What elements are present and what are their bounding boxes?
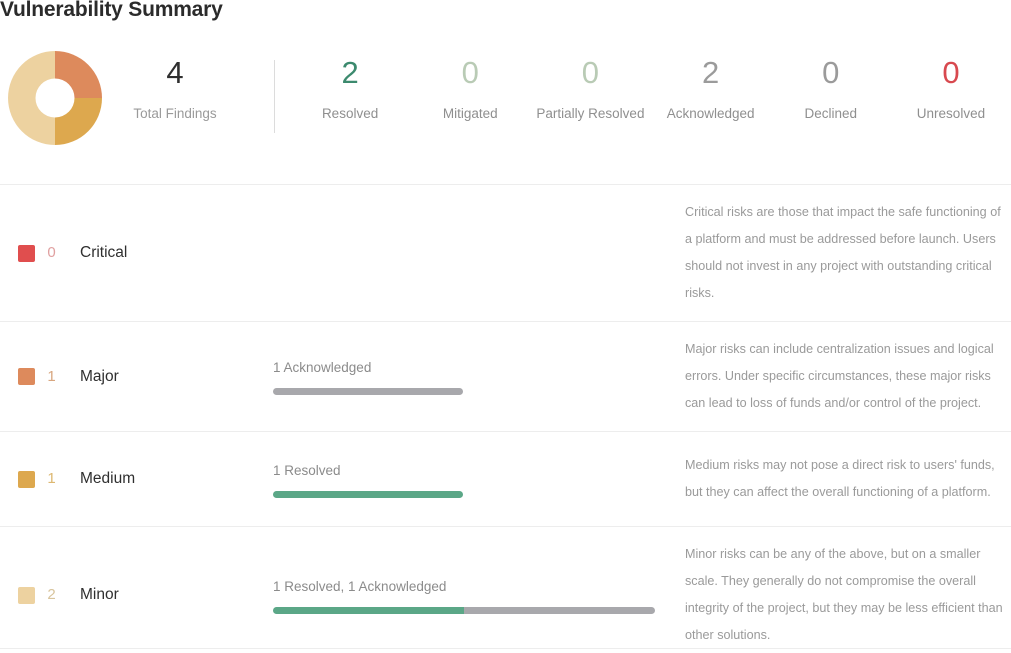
stat-label-partially-resolved: Partially Resolved xyxy=(536,106,645,121)
severity-description-major: Major risks can include centralization i… xyxy=(685,342,994,410)
severity-status-text-major: 1 Acknowledged xyxy=(273,360,372,375)
stat-cell-resolved: 2 Resolved xyxy=(290,52,410,124)
vertical-divider xyxy=(274,60,275,133)
severity-name-major: Major xyxy=(80,367,119,385)
severity-description-medium: Medium risks may not pose a direct risk … xyxy=(685,458,995,499)
total-findings-label: Total Findings xyxy=(133,106,217,121)
total-findings-value: 4 xyxy=(166,55,184,90)
stat-cell-mitigated: 0 Mitigated xyxy=(410,52,530,124)
stat-label-declined: Declined xyxy=(804,106,858,121)
stat-cell-declined: 0 Declined xyxy=(771,52,891,124)
severity-swatch-icon-minor xyxy=(18,586,35,604)
stat-value-resolved: 2 xyxy=(341,55,359,90)
severity-count-major: 1 xyxy=(47,367,56,385)
severity-left-minor: 2 Minor xyxy=(0,527,273,653)
severity-row-major[interactable]: 1 Major 1 Acknowledged Major risks can incl… xyxy=(0,321,1011,431)
progress-segment-resolved xyxy=(273,490,463,498)
severity-row-minor[interactable]: 2 Minor 1 Resolved, 1 Acknowledged Minor ri… xyxy=(0,526,1011,653)
severity-progress-critical xyxy=(273,185,678,321)
stat-cell-partially-resolved: 0 Partially Resolved xyxy=(530,52,650,124)
severity-progress-bar-minor xyxy=(273,606,655,614)
severity-row-critical[interactable]: 0 Critical Critical risks are those that i… xyxy=(0,184,1011,321)
vulnerability-summary-page: Vulnerability Summary 4 Total Findings 2… xyxy=(0,0,1011,653)
progress-segment-acknowledged xyxy=(273,388,463,395)
severity-row-medium[interactable]: 1 Medium 1 Resolved Medium risks may not po… xyxy=(0,431,1011,526)
severity-left-medium: 1 Medium xyxy=(0,432,273,526)
status-stats-row: 2 Resolved 0 Mitigated 0 Partially Resolved 2 A… xyxy=(290,52,1011,124)
stat-label-unresolved: Unresolved xyxy=(916,106,986,121)
severity-progress-bar-major xyxy=(273,388,463,395)
severity-description-critical: Critical risks are those that impact the… xyxy=(685,205,1001,300)
donut-hole xyxy=(35,78,75,118)
severity-swatch-icon-critical xyxy=(18,244,35,262)
progress-segment-acknowledged xyxy=(464,606,655,614)
severity-progress-major: 1 Acknowledged xyxy=(273,322,678,431)
stat-value-declined: 0 xyxy=(822,55,840,90)
donut-svg xyxy=(8,51,102,145)
severity-description-cell-minor: Minor risks can be any of the above, but… xyxy=(678,527,1011,653)
severity-count-medium: 1 xyxy=(47,470,56,487)
stat-cell-unresolved: 0 Unresolved xyxy=(891,52,1011,124)
severity-progress-medium: 1 Resolved xyxy=(273,432,678,526)
severity-count-minor: 2 xyxy=(47,586,56,603)
stat-label-acknowledged: Acknowledged xyxy=(666,106,755,121)
severity-description-cell-critical: Critical risks are those that impact the… xyxy=(678,185,1011,321)
severity-status-text-medium: 1 Resolved xyxy=(273,462,341,478)
severity-swatch-icon-major xyxy=(18,368,35,385)
severity-name-critical: Critical xyxy=(80,244,128,261)
severity-left-major: 1 Major xyxy=(0,322,273,431)
severity-donut-chart xyxy=(8,51,102,145)
stat-value-acknowledged: 2 xyxy=(701,55,720,90)
severity-name-medium: Medium xyxy=(80,470,136,487)
progress-segment-resolved xyxy=(273,606,464,614)
severity-description-cell-major: Major risks can include centralization i… xyxy=(678,322,1011,431)
severity-progress-minor: 1 Resolved, 1 Acknowledged xyxy=(273,527,678,653)
severity-description-cell-medium: Medium risks may not pose a direct risk … xyxy=(678,432,1011,526)
severity-table: 0 Critical Critical risks are those that i… xyxy=(0,184,1011,653)
severity-description-minor: Minor risks can be any of the above, but… xyxy=(685,547,1003,642)
severity-name-minor: Minor xyxy=(80,586,119,603)
stat-cell-acknowledged: 2 Acknowledged xyxy=(651,52,771,124)
stat-value-partially-resolved: 0 xyxy=(581,55,600,90)
stat-value-unresolved: 0 xyxy=(942,55,960,90)
page-title: Vulnerability Summary xyxy=(0,0,223,21)
table-bottom-divider xyxy=(0,648,1011,649)
severity-status-text-minor: 1 Resolved, 1 Acknowledged xyxy=(273,578,447,594)
stat-label-mitigated: Mitigated xyxy=(442,106,498,121)
stat-label-resolved: Resolved xyxy=(321,106,379,121)
total-findings-block: 4 Total Findings xyxy=(108,52,242,124)
severity-swatch-icon-medium xyxy=(18,470,35,488)
severity-left-critical: 0 Critical xyxy=(0,185,273,321)
stat-value-mitigated: 0 xyxy=(461,55,479,90)
severity-count-critical: 0 xyxy=(47,244,56,261)
severity-progress-bar-medium xyxy=(273,490,463,498)
